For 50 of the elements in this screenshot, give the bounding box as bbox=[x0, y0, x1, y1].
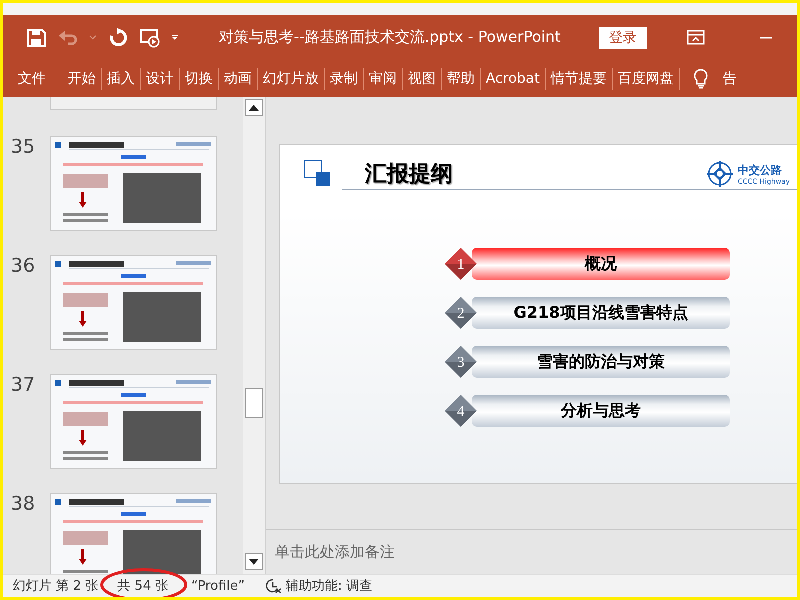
slide-thumbnail[interactable] bbox=[50, 97, 217, 110]
ribbon-tab[interactable]: 文件 bbox=[13, 70, 51, 88]
ribbon-tab[interactable]: 百度网盘 bbox=[613, 70, 679, 88]
ribbon-tab[interactable]: 帮助 bbox=[442, 70, 480, 88]
slideshow-icon[interactable] bbox=[139, 26, 161, 48]
slide-thumbnail[interactable] bbox=[50, 493, 217, 574]
accessibility-status[interactable]: 辅助功能: 调查 bbox=[286, 577, 372, 595]
notes-placeholder[interactable]: 单击此处添加备注 bbox=[275, 542, 395, 562]
outline-item: 概况 bbox=[472, 248, 730, 280]
slide-thumbnail[interactable] bbox=[50, 255, 217, 350]
save-icon[interactable] bbox=[25, 26, 47, 48]
login-button[interactable]: 登录 bbox=[598, 26, 647, 48]
triangle-down-icon[interactable] bbox=[249, 558, 259, 564]
ribbon-tab[interactable]: 审阅 bbox=[364, 70, 402, 88]
logo-text: 中交公路 bbox=[738, 162, 783, 178]
customize-caret-icon[interactable] bbox=[171, 34, 179, 40]
slide-number: 36 bbox=[10, 255, 36, 279]
slide-thumbnail[interactable] bbox=[50, 136, 217, 231]
slide-title: 汇报提纲 bbox=[365, 161, 453, 189]
theme-name: “Profile” bbox=[191, 578, 245, 594]
slide-total: 共 54 张 bbox=[118, 579, 168, 594]
ribbon-tab[interactable]: 切换 bbox=[180, 70, 218, 88]
outline-item: 雪害的防治与对策 bbox=[472, 346, 730, 378]
lightbulb-icon[interactable] bbox=[692, 68, 710, 90]
ribbon-tab[interactable]: 动画 bbox=[219, 70, 257, 88]
ribbon-tab[interactable]: 情节提要 bbox=[546, 70, 612, 88]
slide-number: 35 bbox=[10, 136, 36, 160]
scroll-down-button[interactable] bbox=[245, 553, 263, 570]
logo-icon bbox=[704, 159, 735, 189]
ribbon-tab[interactable]: 幻灯片放 bbox=[258, 70, 324, 88]
slide-number: 38 bbox=[10, 493, 36, 517]
scrollbar-thumb[interactable] bbox=[245, 388, 263, 418]
scroll-up-button[interactable] bbox=[245, 99, 263, 116]
slide-thumbnail[interactable] bbox=[50, 374, 217, 469]
outline-item: G218项目沿线雪害特点 bbox=[472, 297, 730, 329]
squares-icon bbox=[304, 160, 331, 187]
ribbon-tab[interactable]: 设计 bbox=[141, 70, 179, 88]
triangle-up-icon[interactable] bbox=[249, 104, 259, 110]
accessibility-icon[interactable] bbox=[264, 578, 282, 594]
ribbon-tab[interactable]: 插入 bbox=[102, 70, 140, 88]
slide-number: 37 bbox=[10, 374, 36, 398]
tell-me-search[interactable]: 告 bbox=[718, 70, 742, 88]
redo-icon[interactable] bbox=[107, 26, 129, 48]
slide-position: 幻灯片 第 2 张 bbox=[13, 578, 99, 595]
outline-item: 分析与思考 bbox=[472, 395, 730, 427]
ribbon-tab[interactable]: 开始 bbox=[63, 70, 101, 88]
window-title: 对策与思考--路基路面技术交流.pptx - PowerPoint bbox=[219, 28, 561, 47]
ribbon-tab[interactable]: 录制 bbox=[325, 70, 363, 88]
ribbon-tab[interactable]: 视图 bbox=[403, 70, 441, 88]
ribbon-tab[interactable]: Acrobat bbox=[481, 70, 545, 86]
